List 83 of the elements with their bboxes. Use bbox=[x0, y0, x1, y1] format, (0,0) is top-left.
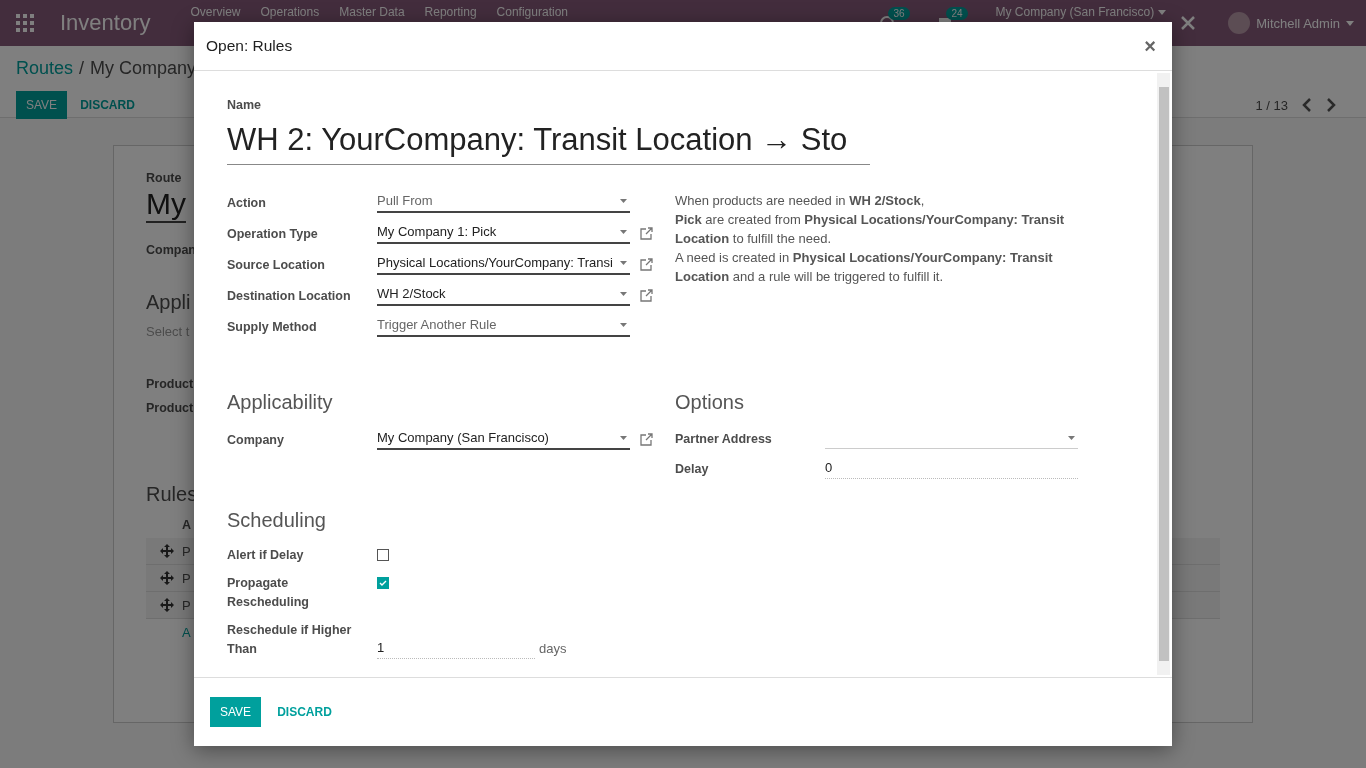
field-label: Source Location bbox=[227, 257, 326, 274]
breadcrumb-current: My Company bbox=[90, 58, 197, 79]
user-name: Mitchell Admin bbox=[1256, 15, 1340, 31]
select-field[interactable]: Pull From bbox=[377, 191, 630, 213]
unit-label: days bbox=[539, 641, 567, 656]
menu-item[interactable]: Reporting bbox=[424, 5, 477, 19]
field-label: Reschedule if Higher Than bbox=[227, 622, 353, 658]
caret-icon bbox=[620, 260, 627, 265]
app-name: Inventory bbox=[60, 10, 151, 36]
scrollbar[interactable] bbox=[1157, 73, 1170, 675]
breadcrumb-separator: / bbox=[79, 58, 85, 79]
pager-text: 1 / 13 bbox=[1255, 97, 1288, 113]
field-label: Propagate Rescheduling bbox=[227, 575, 310, 611]
drag-handle-icon[interactable] bbox=[160, 544, 174, 558]
close-button[interactable]: × bbox=[1140, 34, 1160, 58]
table-cell: P bbox=[182, 570, 191, 586]
field-label: Company bbox=[227, 432, 285, 449]
discard-button[interactable]: DISCARD bbox=[67, 91, 148, 119]
caret-icon bbox=[620, 435, 627, 440]
menu-item[interactable]: Overview bbox=[190, 5, 241, 19]
field-label: Partner Address bbox=[675, 431, 773, 448]
table-cell: P bbox=[182, 597, 191, 613]
menu-item[interactable]: Master Data bbox=[339, 5, 405, 19]
help-text: When products are needed in WH 2/Stock, Pick are created from Physical Locations/YourCompany: Transit Location to fulfill the need. A need is created in Physical Locations/YourCompany: Transit Location and a rule will be triggered to fulfill it. bbox=[675, 192, 1066, 286]
save-button[interactable]: SAVE bbox=[210, 697, 262, 727]
user-menu[interactable]: Mitchell Admin bbox=[1228, 12, 1354, 34]
section-title: Rules bbox=[146, 483, 198, 506]
next-icon[interactable] bbox=[1326, 98, 1336, 112]
menu-item[interactable]: Operations bbox=[260, 5, 320, 19]
count-badge: 36 bbox=[888, 7, 910, 20]
checkbox[interactable] bbox=[377, 549, 389, 561]
column-header: A bbox=[182, 518, 192, 532]
external-link-icon[interactable] bbox=[640, 226, 653, 240]
field-label: Delay bbox=[675, 461, 710, 478]
dropdown-field[interactable]: Physical Locations/YourCompany: Transi bbox=[377, 253, 630, 275]
checkbox[interactable] bbox=[377, 577, 389, 589]
breadcrumb-link[interactable]: Routes bbox=[16, 58, 74, 79]
field-label: Action bbox=[227, 195, 267, 212]
field-label: Alert if Delay bbox=[227, 547, 305, 564]
external-link-icon[interactable] bbox=[640, 432, 653, 446]
field-label: Compan bbox=[146, 243, 196, 257]
caret-icon[interactable] bbox=[1158, 9, 1167, 15]
caret-icon bbox=[1068, 435, 1075, 440]
field-label: Product bbox=[146, 401, 194, 415]
dialog-title: Open: Rules bbox=[206, 37, 293, 55]
field-label: Operation Type bbox=[227, 226, 319, 243]
dropdown-field[interactable]: WH 2/Stock bbox=[377, 284, 630, 306]
dropdown-field[interactable]: My Company 1: Pick bbox=[377, 222, 630, 244]
check-icon bbox=[379, 580, 387, 586]
menu-item[interactable]: Configuration bbox=[496, 5, 568, 19]
save-button[interactable]: SAVE bbox=[16, 91, 68, 119]
caret-icon bbox=[620, 322, 627, 327]
discard-button[interactable]: DISCARD bbox=[263, 697, 346, 727]
table-cell: P bbox=[182, 543, 191, 559]
caret-icon bbox=[620, 198, 627, 203]
caret-icon bbox=[1346, 20, 1354, 26]
external-link-icon[interactable] bbox=[640, 257, 653, 271]
section-title: Appli bbox=[146, 291, 191, 314]
field-label: Product bbox=[146, 377, 194, 391]
caret-icon bbox=[620, 229, 627, 234]
field-label: Route bbox=[146, 171, 182, 185]
drag-handle-icon[interactable] bbox=[160, 598, 174, 612]
select-field[interactable]: Trigger Another Rule bbox=[377, 315, 630, 337]
company-switcher[interactable]: My Company (San Francisco) bbox=[995, 5, 1155, 19]
route-name: My bbox=[146, 187, 186, 223]
add-line-link[interactable]: A bbox=[182, 625, 191, 640]
input-field[interactable]: 0 bbox=[825, 458, 1078, 479]
dropdown-field[interactable]: My Company (San Francisco) bbox=[377, 428, 630, 450]
input-field[interactable]: 1 bbox=[377, 638, 535, 659]
name-field[interactable]: WH 2: YourCompany: Transit Location → Sto bbox=[227, 116, 870, 165]
section-title: Options bbox=[675, 391, 745, 414]
field-label: Name bbox=[227, 98, 263, 112]
external-link-icon[interactable] bbox=[640, 288, 653, 302]
avatar bbox=[1228, 12, 1251, 34]
apps-menu-icon[interactable] bbox=[16, 14, 34, 32]
previous-icon[interactable] bbox=[1302, 98, 1312, 112]
drag-handle-icon[interactable] bbox=[160, 571, 174, 585]
section-title: Applicability bbox=[227, 391, 334, 414]
count-badge: 24 bbox=[946, 7, 968, 20]
section-title: Scheduling bbox=[227, 509, 327, 532]
field-label: Destination Location bbox=[227, 288, 352, 305]
caret-icon bbox=[620, 291, 627, 296]
field-label: Supply Method bbox=[227, 319, 318, 336]
